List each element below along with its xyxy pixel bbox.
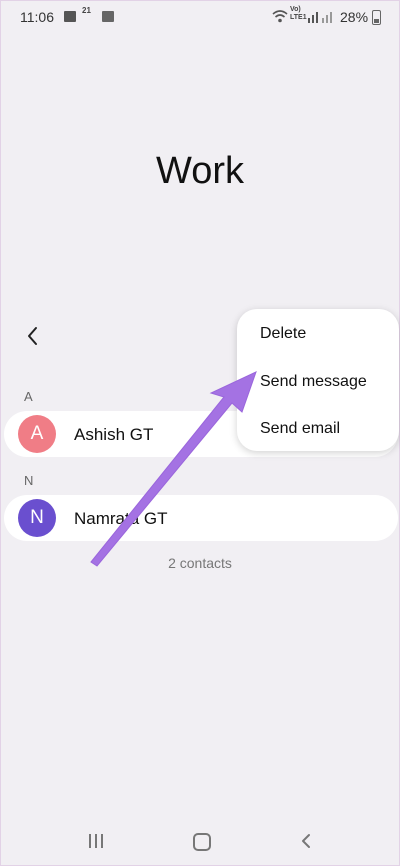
options-menu: Delete Send message Send email: [237, 309, 399, 451]
avatar: A: [18, 415, 56, 453]
page-title: Work: [156, 150, 244, 192]
wifi-icon: [272, 10, 288, 23]
volte-label: Vo): [290, 6, 301, 13]
nav-back-icon[interactable]: [298, 832, 314, 850]
signal-icon: [308, 12, 332, 23]
navigation-bar: [0, 822, 400, 866]
status-time: 11:06: [20, 9, 54, 25]
home-icon[interactable]: [193, 833, 211, 851]
notification-badge-text: 21: [82, 6, 91, 15]
recent-apps-icon[interactable]: [89, 834, 105, 848]
menu-item-send-email[interactable]: Send email: [260, 420, 340, 438]
menu-item-send-message[interactable]: Send message: [260, 373, 367, 391]
menu-item-delete[interactable]: Delete: [260, 325, 306, 343]
contact-name: Namrata GT: [74, 509, 168, 528]
lte-label: LTE1: [290, 14, 307, 21]
gallery-icon: [102, 11, 114, 22]
chevron-left-icon[interactable]: [20, 322, 48, 350]
battery-percent: 28%: [340, 9, 369, 25]
battery-icon: [372, 10, 381, 25]
contact-row-namrata[interactable]: N Namrata GT: [4, 495, 398, 541]
section-header-a: A: [24, 389, 33, 404]
contact-name: Ashish GT: [74, 425, 154, 444]
notification-icon: [64, 11, 76, 22]
section-header-n: N: [24, 473, 34, 488]
contacts-count: 2 contacts: [168, 555, 232, 571]
status-bar: 11:06 21 Vo) LTE1 28%: [0, 0, 400, 34]
avatar: N: [18, 499, 56, 537]
